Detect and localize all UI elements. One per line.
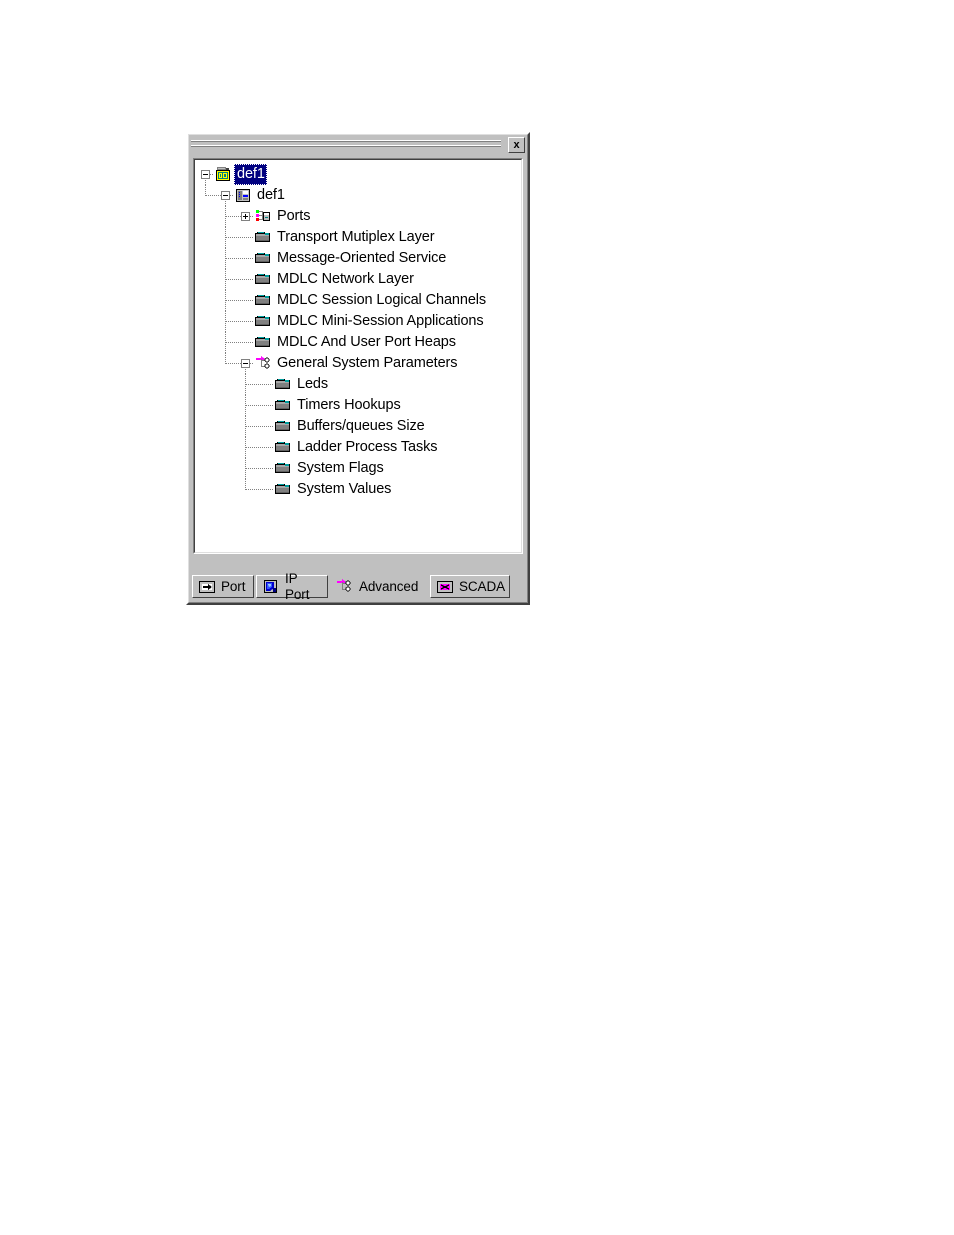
advanced-icon xyxy=(336,578,354,595)
tree-guide-line xyxy=(246,405,274,406)
tree-node[interactable]: Ports xyxy=(195,206,521,227)
advanced-palette-window: x def1 def1 Ports Transport Mutiplex Layer M… xyxy=(186,132,530,605)
tree-guide-line xyxy=(226,258,254,259)
tree-collapse-icon[interactable] xyxy=(241,359,250,368)
tree-node-list: def1 def1 Ports Transport Mutiplex Layer Mes… xyxy=(195,164,521,500)
tree-node-label[interactable]: def1 xyxy=(254,185,287,206)
tree-node-label[interactable]: Ladder Process Tasks xyxy=(294,437,439,458)
tab-strip: Port IP Port Advanced SCADA xyxy=(192,571,524,602)
tree-node-label[interactable]: Timers Hookups xyxy=(294,395,403,416)
tree-node-label[interactable]: General System Parameters xyxy=(274,353,459,374)
tree-guide-line xyxy=(246,384,274,385)
tab-scada[interactable]: SCADA xyxy=(430,575,510,598)
tree-node-label[interactable]: System Flags xyxy=(294,458,386,479)
tree-node-label[interactable]: Leds xyxy=(294,374,330,395)
tree-node[interactable]: Timers Hookups xyxy=(195,395,521,416)
folder-icon xyxy=(274,439,292,456)
folder-icon xyxy=(274,481,292,498)
tree-guide-line xyxy=(246,489,274,490)
tab-label: Port xyxy=(221,578,246,594)
tree-node[interactable]: MDLC Network Layer xyxy=(195,269,521,290)
tree-node[interactable]: Ladder Process Tasks xyxy=(195,437,521,458)
tree-guide-line xyxy=(226,216,242,217)
tree-guide-line xyxy=(226,342,254,343)
ip-port-icon xyxy=(262,579,280,595)
tab-label: IP Port xyxy=(285,570,310,602)
tree-node[interactable]: def1 xyxy=(195,185,521,206)
tree-guide-line xyxy=(246,426,274,427)
project-camera-icon xyxy=(214,166,232,183)
scada-icon xyxy=(436,579,454,595)
tree-node[interactable]: Transport Mutiplex Layer xyxy=(195,227,521,248)
close-button[interactable]: x xyxy=(508,137,525,153)
rtu-unit-icon xyxy=(234,187,252,204)
tree-node-label[interactable]: Message-Oriented Service xyxy=(274,248,448,269)
ports-network-icon xyxy=(254,208,272,225)
tree-node[interactable]: MDLC And User Port Heaps xyxy=(195,332,521,353)
tree-guide-line xyxy=(246,447,274,448)
tree-node-label[interactable]: MDLC Network Layer xyxy=(274,269,416,290)
tab-label: Advanced xyxy=(359,578,419,594)
tree-node-label[interactable]: def1 xyxy=(234,164,267,185)
tree-node[interactable]: def1 xyxy=(195,164,521,185)
folder-icon xyxy=(274,460,292,477)
tree-node-label[interactable]: Ports xyxy=(274,206,312,227)
tree-node[interactable]: Leds xyxy=(195,374,521,395)
folder-icon xyxy=(254,271,272,288)
folder-icon xyxy=(254,292,272,309)
tab-ip-port[interactable]: IP Port xyxy=(256,571,328,602)
tree-view-client[interactable]: def1 def1 Ports Transport Mutiplex Layer Mes… xyxy=(194,159,522,553)
port-icon xyxy=(198,579,216,595)
tree-node[interactable]: MDLC Mini-Session Applications xyxy=(195,311,521,332)
tree-guide-line xyxy=(226,279,254,280)
folder-icon xyxy=(274,418,292,435)
caption-grip-lines xyxy=(191,139,501,152)
tab-port[interactable]: Port xyxy=(192,575,254,598)
tab-advanced[interactable]: Advanced xyxy=(330,575,428,598)
tree-node-label[interactable]: MDLC Session Logical Channels xyxy=(274,290,488,311)
tree-guide-line xyxy=(246,468,274,469)
tree-node-label[interactable]: MDLC And User Port Heaps xyxy=(274,332,458,353)
tree-expand-icon[interactable] xyxy=(241,212,250,221)
tree-node-label[interactable]: MDLC Mini-Session Applications xyxy=(274,311,486,332)
tree-guide-line xyxy=(206,195,222,196)
tree-guide-line xyxy=(226,237,254,238)
tree-view-panel[interactable]: def1 def1 Ports Transport Mutiplex Layer Mes… xyxy=(193,158,523,554)
tree-collapse-icon[interactable] xyxy=(221,191,230,200)
tree-guide-line xyxy=(226,321,254,322)
folder-icon xyxy=(254,334,272,351)
window-caption-bar[interactable]: x xyxy=(191,137,525,156)
folder-icon xyxy=(274,397,292,414)
tree-node-label[interactable]: Buffers/queues Size xyxy=(294,416,427,437)
tree-node[interactable]: Message-Oriented Service xyxy=(195,248,521,269)
advanced-branch-icon xyxy=(254,355,272,372)
close-icon: x xyxy=(513,138,520,151)
folder-icon xyxy=(254,313,272,330)
tree-collapse-icon[interactable] xyxy=(201,170,210,179)
tree-node[interactable]: System Values xyxy=(195,479,521,500)
tree-node[interactable]: System Flags xyxy=(195,458,521,479)
folder-icon xyxy=(254,250,272,267)
tree-node[interactable]: MDLC Session Logical Channels xyxy=(195,290,521,311)
folder-icon xyxy=(254,229,272,246)
tree-node[interactable]: General System Parameters xyxy=(195,353,521,374)
tree-node-label[interactable]: System Values xyxy=(294,479,393,500)
folder-icon xyxy=(274,376,292,393)
tab-label: SCADA xyxy=(459,578,506,594)
tree-node-label[interactable]: Transport Mutiplex Layer xyxy=(274,227,436,248)
tree-guide-line xyxy=(226,363,242,364)
tree-guide-line xyxy=(226,300,254,301)
tree-node[interactable]: Buffers/queues Size xyxy=(195,416,521,437)
